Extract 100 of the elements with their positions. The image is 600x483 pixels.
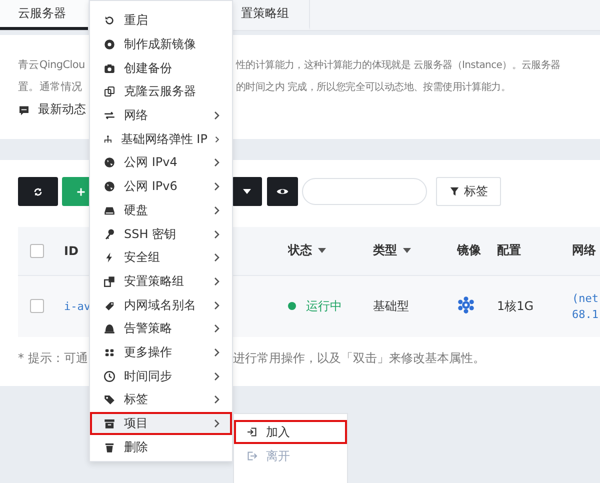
description-text: 青云QingClou <box>18 58 86 72</box>
view-button[interactable] <box>267 177 298 206</box>
menu-item-label: 更多操作 <box>124 344 173 361</box>
menu-item-label: 硬盘 <box>124 202 149 219</box>
chevron-right-icon <box>214 206 220 215</box>
menu-item-label: 内网域名别名 <box>124 296 197 314</box>
chevron-right-icon <box>214 111 220 120</box>
network-text: (net <box>572 292 600 305</box>
menu-item-label: 基础网络弹性 IP <box>120 130 208 148</box>
tag-icon <box>103 393 116 406</box>
chevron-right-icon <box>215 134 220 144</box>
chevron-right-icon <box>214 348 220 357</box>
chevron-right-icon <box>214 419 220 428</box>
search-field[interactable] <box>302 178 427 205</box>
snowflake-icon <box>457 296 475 314</box>
disc-icon <box>103 38 116 52</box>
menu-item[interactable]: 制作成新镜像 <box>90 32 232 56</box>
menu-item-label: 公网 IPv4 <box>124 154 178 172</box>
archive-icon <box>103 417 116 430</box>
submenu-item-label: 加入 <box>266 424 290 440</box>
menu-item[interactable]: 项目 <box>90 412 232 436</box>
column-header[interactable]: 类型 <box>373 242 411 260</box>
menu-item[interactable]: 硬盘 <box>90 198 232 222</box>
tab[interactable]: 云服务器 <box>0 0 88 30</box>
sign-in-icon <box>246 426 258 438</box>
bell-icon <box>103 322 116 336</box>
menu-item[interactable]: 创建备份 <box>90 56 232 80</box>
menu-item-label: 公网 IPv6 <box>124 178 178 196</box>
menu-item[interactable]: 克隆云服务器 <box>90 80 232 104</box>
menu-item[interactable]: 重启 <box>90 9 232 33</box>
chevron-right-icon <box>214 253 220 262</box>
column-header: 网络 <box>572 242 596 260</box>
network-text: 68.1 <box>572 308 600 321</box>
checkbox[interactable] <box>30 299 44 314</box>
menu-item[interactable]: 标签 <box>90 388 232 412</box>
menu-item-label: 创建备份 <box>124 60 173 77</box>
menu-item[interactable]: 时间同步 <box>90 364 232 388</box>
table-cell: 基础型 <box>373 298 409 313</box>
submenu-item[interactable]: 加入 <box>234 420 347 444</box>
plus-icon <box>75 186 87 198</box>
menu-item[interactable]: 安置策略组 <box>90 270 232 294</box>
status-text: 运行中 <box>306 298 342 315</box>
menu-item[interactable]: 删除 <box>90 435 232 460</box>
restart-icon <box>103 14 116 28</box>
menu-item-label: 项目 <box>124 415 149 432</box>
checkbox[interactable] <box>30 244 44 258</box>
sign-out-icon <box>246 450 258 462</box>
column-header: ID <box>64 244 78 258</box>
menu-item-label: SSH 密钥 <box>124 226 178 243</box>
chevron-right-icon <box>214 276 220 286</box>
chevron-right-icon <box>214 158 220 168</box>
menu-item[interactable]: 公网 IPv4 <box>90 151 232 175</box>
menu-item-label: 时间同步 <box>124 368 173 385</box>
column-header: 配置 <box>497 242 521 260</box>
add-button[interactable] <box>62 177 89 206</box>
caret-icon <box>403 248 411 254</box>
chevron-right-icon <box>214 300 220 310</box>
clock-icon <box>103 370 116 383</box>
camera-icon <box>103 62 116 75</box>
menu-item-label: 制作成新镜像 <box>124 36 197 54</box>
menu-item-label: 重启 <box>124 12 149 30</box>
description-text: 性的计算能力，这种计算能力的体现就是 云服务器（Instance）。云服务器 <box>236 58 562 72</box>
menu-item-label: 安全组 <box>124 249 161 266</box>
message-icon <box>18 104 30 116</box>
news-link[interactable]: 最新动态 <box>38 101 86 118</box>
menu-item[interactable]: 安全组 <box>90 246 232 270</box>
key-icon <box>103 228 116 241</box>
chevron-right-icon <box>214 182 220 192</box>
menu-item-label: 安置策略组 <box>124 272 185 290</box>
menu-item-label: 网络 <box>124 107 149 124</box>
menu-item-label: 告警策略 <box>124 320 173 338</box>
refresh-button[interactable] <box>18 177 58 206</box>
hint-text: 进行常用操作，以及「双击」来修改基本属性。 <box>232 350 485 367</box>
globe-icon <box>103 156 116 170</box>
chevron-right-icon <box>214 372 220 381</box>
menu-item[interactable]: 网络 <box>90 104 232 128</box>
menu-item[interactable]: 内网域名别名 <box>90 293 232 317</box>
filter-icon <box>449 186 460 197</box>
menu-item[interactable]: 公网 IPv6 <box>90 174 232 198</box>
menu-item-label: 克隆云服务器 <box>124 83 197 100</box>
menu-item[interactable]: SSH 密钥 <box>90 222 232 246</box>
menu-item[interactable]: 告警策略 <box>90 316 232 341</box>
menu-item[interactable]: 更多操作 <box>90 340 232 364</box>
menu-item-label: 标签 <box>124 391 149 408</box>
caret-icon <box>318 248 326 254</box>
menu-item[interactable]: 基础网络弹性 IP <box>90 127 232 152</box>
menu-item-label: 删除 <box>124 438 149 456</box>
description-text: 的时间之内 完成，所以您完全可以动态地、按需使用计算能力。 <box>236 80 512 94</box>
copy-icon <box>103 85 116 98</box>
chevron-right-icon <box>214 395 220 404</box>
dropdown-button[interactable] <box>232 177 262 206</box>
caret-icon <box>243 188 251 194</box>
refresh-icon <box>32 186 44 198</box>
submenu-item-label: 离开 <box>266 448 290 464</box>
hint-text: * 提示：可通 <box>18 350 88 367</box>
trash-icon <box>103 440 116 454</box>
instance-id-link[interactable]: i-av <box>64 300 90 314</box>
tag-filter-button[interactable]: 标签 <box>436 177 501 206</box>
table-cell: 1核1G <box>497 298 534 313</box>
description-text: 置。通常情况 <box>18 80 84 94</box>
